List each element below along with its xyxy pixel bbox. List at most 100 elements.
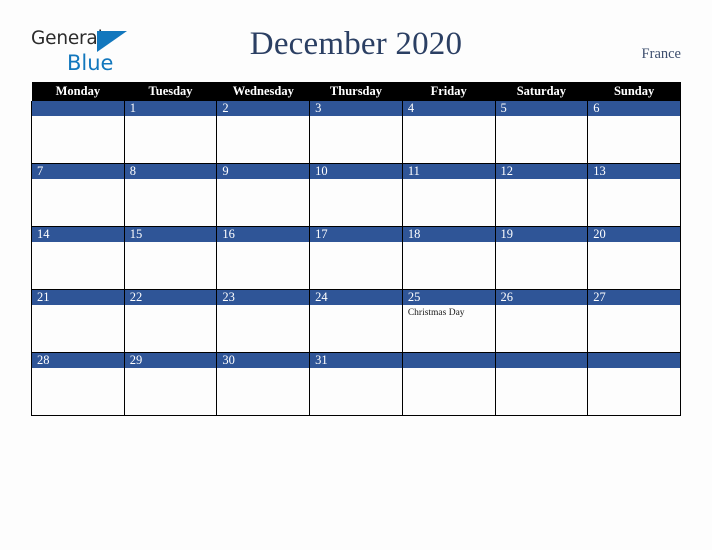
day-number: 22 (124, 290, 217, 305)
calendar-day-cell[interactable]: 23 (216, 289, 311, 353)
day-cell-content (588, 353, 680, 415)
day-number: 31 (310, 353, 402, 368)
weekday-header-sunday: Sunday (587, 82, 681, 101)
calendar-day-cell[interactable]: 10 (309, 163, 403, 227)
calendar-day-cell[interactable]: 25 Christmas Day (401, 289, 496, 353)
calendar-week-row: 123456 (31, 101, 681, 164)
calendar-day-cell[interactable]: 27 (587, 289, 681, 353)
calendar-empty-cell[interactable] (587, 352, 681, 416)
calendar-day-cell[interactable]: 2 (216, 101, 311, 164)
day-cell-content: 16 (217, 227, 310, 289)
day-cell-content: 22 (124, 290, 217, 352)
calendar-day-cell[interactable]: 31 (309, 352, 403, 416)
day-number (588, 353, 680, 368)
calendar-day-cell[interactable]: 29 (123, 352, 218, 416)
calendar-day-cell[interactable]: 16 (216, 226, 311, 290)
day-number: 8 (124, 164, 217, 179)
day-cell-content: 6 (588, 101, 680, 163)
calendar-day-cell[interactable]: 7 (31, 163, 125, 227)
day-events (403, 116, 495, 118)
calendar-week-row: 21 22 23 24 25 Christmas Day 26 27 (31, 289, 681, 353)
day-events (125, 179, 217, 181)
calendar-day-cell[interactable]: 8 (123, 163, 218, 227)
day-cell-content: 8 (124, 164, 217, 226)
day-events (310, 368, 402, 370)
calendar-day-cell[interactable]: 21 (31, 289, 125, 353)
day-events (32, 368, 124, 370)
calendar-day-cell[interactable]: 4 (401, 101, 496, 164)
calendar-day-cell[interactable]: 17 (309, 226, 403, 290)
day-number: 3 (310, 101, 402, 116)
day-number: 18 (402, 227, 495, 242)
calendar-day-cell[interactable]: 12 (494, 163, 589, 227)
day-cell-content: 5 (495, 101, 588, 163)
day-cell-content: 4 (402, 101, 495, 163)
day-number: 25 (402, 290, 495, 305)
day-number: 11 (402, 164, 495, 179)
day-number: 27 (588, 290, 680, 305)
day-events (588, 116, 680, 118)
day-events (588, 242, 680, 244)
day-cell-content (32, 101, 124, 163)
day-number: 13 (588, 164, 680, 179)
day-events (496, 179, 588, 181)
day-number: 5 (495, 101, 588, 116)
calendar-day-cell[interactable]: 15 (123, 226, 218, 290)
day-cell-content (402, 353, 495, 415)
calendar-day-cell[interactable]: 13 (587, 163, 681, 227)
calendar-day-cell[interactable]: 22 (123, 289, 218, 353)
day-number (402, 353, 495, 368)
day-events (496, 368, 588, 370)
day-events (217, 242, 309, 244)
day-number: 9 (217, 164, 310, 179)
calendar-day-cell[interactable]: 24 (309, 289, 403, 353)
calendar-empty-cell[interactable] (31, 101, 125, 164)
calendar-day-cell[interactable]: 9 (216, 163, 311, 227)
day-number: 4 (402, 101, 495, 116)
day-cell-content: 7 (32, 164, 124, 226)
calendar-day-cell[interactable]: 6 (587, 101, 681, 164)
calendar-day-cell[interactable]: 5 (494, 101, 589, 164)
day-events (125, 242, 217, 244)
country-label: France (641, 46, 681, 62)
day-cell-content: 3 (310, 101, 402, 163)
calendar-day-cell[interactable]: 19 (494, 226, 589, 290)
weekday-header-thursday: Thursday (309, 82, 403, 101)
day-number: 20 (588, 227, 680, 242)
weekday-header-saturday: Saturday (495, 82, 588, 101)
calendar-day-cell[interactable]: 11 (401, 163, 496, 227)
day-number: 23 (217, 290, 310, 305)
day-events (125, 368, 217, 370)
day-number: 29 (124, 353, 217, 368)
day-cell-content: 28 (32, 353, 124, 415)
day-events (217, 116, 309, 118)
day-events (310, 116, 402, 118)
calendar-day-cell[interactable]: 26 (494, 289, 589, 353)
calendar-day-cell[interactable]: 3 (309, 101, 403, 164)
day-cell-content: 30 (217, 353, 310, 415)
calendar-day-cell[interactable]: 20 (587, 226, 681, 290)
day-number (32, 101, 124, 116)
calendar-day-cell[interactable]: 18 (401, 226, 496, 290)
page-title: December 2020 (249, 26, 463, 62)
day-events (403, 368, 495, 370)
page-header: General Blue December 2020 France (0, 0, 712, 74)
day-cell-content: 12 (495, 164, 588, 226)
calendar-week-row: 28 29 30 31 (31, 352, 681, 416)
day-events (32, 305, 124, 307)
calendar-day-cell[interactable]: 30 (216, 352, 311, 416)
day-events (217, 368, 309, 370)
calendar-empty-cell[interactable] (494, 352, 589, 416)
day-number: 14 (32, 227, 124, 242)
day-number: 16 (217, 227, 310, 242)
calendar-day-cell[interactable]: 1 (123, 101, 218, 164)
day-number: 7 (32, 164, 124, 179)
day-cell-content: 23 (217, 290, 310, 352)
day-events (403, 179, 495, 181)
day-cell-content: 21 (32, 290, 124, 352)
calendar-day-cell[interactable]: 28 (31, 352, 125, 416)
calendar-day-cell[interactable]: 14 (31, 226, 125, 290)
day-number: 24 (310, 290, 402, 305)
day-events (588, 305, 680, 307)
calendar-empty-cell[interactable] (401, 352, 496, 416)
